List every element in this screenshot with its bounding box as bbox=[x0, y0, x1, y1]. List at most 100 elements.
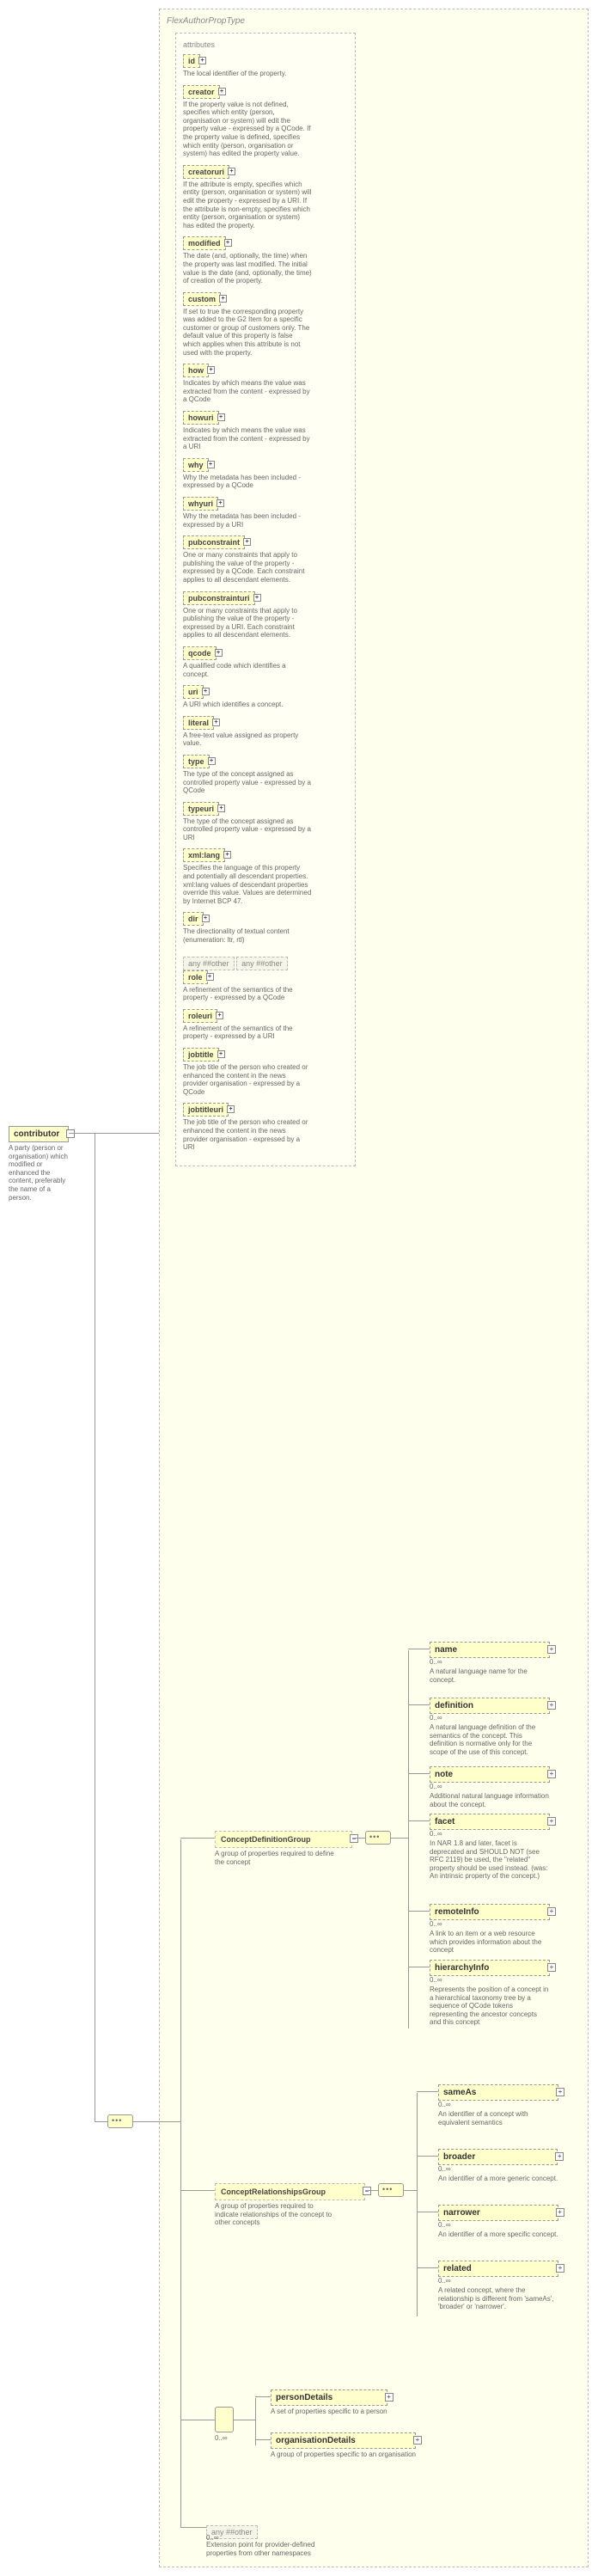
sequence-connector[interactable] bbox=[107, 2114, 133, 2128]
attr-label: howuri+ bbox=[183, 411, 219, 425]
expand-icon[interactable]: + bbox=[212, 719, 220, 726]
connector-line bbox=[365, 2190, 378, 2191]
expand-icon[interactable]: + bbox=[224, 239, 232, 247]
group-desc: A group of properties required to define… bbox=[215, 1850, 335, 1866]
connector-line bbox=[180, 1838, 215, 1839]
expand-icon[interactable]: + bbox=[202, 688, 210, 695]
expand-icon[interactable]: + bbox=[198, 57, 206, 64]
connector-line bbox=[180, 2190, 215, 2191]
attr-label: pubconstrainturi+ bbox=[183, 591, 255, 605]
attribute-custom: custom+If set to true the corresponding … bbox=[183, 292, 348, 358]
sequence-connector[interactable] bbox=[378, 2183, 404, 2197]
expand-icon[interactable]: + bbox=[207, 461, 215, 468]
attribute-roleuri: roleuri+ A refinement of the semantics of… bbox=[183, 1009, 348, 1041]
element-narrower: narrower+0..∞An identifier of a more spe… bbox=[438, 2205, 558, 2239]
attr-desc: The date (and, optionally, the time) whe… bbox=[183, 252, 312, 285]
expand-icon[interactable]: + bbox=[385, 2393, 394, 2402]
sequence-connector[interactable] bbox=[365, 1831, 391, 1845]
attr-desc: Why the metadata has been included - exp… bbox=[183, 474, 312, 490]
attr-label: pubconstraint+ bbox=[183, 535, 245, 549]
expand-icon[interactable]: + bbox=[556, 2088, 564, 2096]
attribute-how: how+Indicates by which means the value w… bbox=[183, 364, 348, 404]
expand-icon[interactable]: + bbox=[202, 915, 210, 922]
connector-line bbox=[180, 2527, 206, 2528]
attr-label: typeuri+ bbox=[183, 802, 219, 816]
expand-icon[interactable]: + bbox=[206, 973, 214, 981]
expand-icon[interactable]: + bbox=[217, 413, 225, 421]
attr-label: creator+ bbox=[183, 85, 220, 99]
expand-icon[interactable]: + bbox=[219, 295, 227, 303]
attribute-pubconstrainturi: pubconstrainturi+One or many constraints… bbox=[183, 591, 348, 639]
expand-icon[interactable]: + bbox=[556, 2264, 564, 2273]
expand-icon[interactable]: + bbox=[207, 366, 215, 374]
element-facet: facet+0..∞In NAR 1.8 and later, facet is… bbox=[430, 1814, 550, 1881]
expand-icon[interactable]: + bbox=[215, 649, 223, 657]
attribute-literal: literal+A free-text value assigned as pr… bbox=[183, 716, 348, 748]
attr-desc: The job title of the person who created … bbox=[183, 1063, 312, 1096]
attr-desc: A free-text value assigned as property v… bbox=[183, 731, 312, 748]
attr-desc: The type of the concept assigned as cont… bbox=[183, 770, 312, 795]
attr-label: xml:lang+ bbox=[183, 848, 225, 862]
expand-icon[interactable]: + bbox=[216, 1012, 223, 1019]
expand-icon[interactable]: + bbox=[218, 88, 226, 95]
expand-icon[interactable]: + bbox=[227, 1105, 235, 1113]
extension-point: any ##other Extension point for provider… bbox=[206, 2520, 326, 2557]
attribute-howuri: howuri+Indicates by which means the valu… bbox=[183, 411, 348, 451]
attr-desc: If set to true the corresponding propert… bbox=[183, 308, 312, 358]
attr-label: role+ bbox=[183, 970, 208, 984]
element-name: name+0..∞A natural language name for the… bbox=[430, 1642, 550, 1684]
expand-icon[interactable]: − bbox=[363, 2187, 371, 2195]
expand-icon[interactable]: + bbox=[228, 168, 235, 175]
expand-icon[interactable]: + bbox=[217, 805, 225, 812]
attr-desc: The type of the concept assigned as cont… bbox=[183, 817, 312, 842]
any-other-mid: any ##other bbox=[236, 957, 288, 970]
expand-icon[interactable]: + bbox=[555, 2152, 564, 2161]
connector-line bbox=[133, 2121, 180, 2122]
expand-icon[interactable]: + bbox=[217, 1050, 225, 1058]
attr-label: type+ bbox=[183, 755, 210, 768]
attr-label: modified+ bbox=[183, 236, 226, 250]
attr-desc: Indicates by which means the value was e… bbox=[183, 426, 312, 451]
expand-icon[interactable]: − bbox=[350, 1834, 358, 1843]
expand-icon[interactable]: + bbox=[547, 1701, 556, 1710]
attr-label: dir+ bbox=[183, 912, 204, 926]
expand-icon[interactable]: + bbox=[253, 594, 261, 602]
expand-icon[interactable]: + bbox=[547, 1770, 556, 1778]
attr-label: qcode+ bbox=[183, 646, 217, 660]
expand-icon[interactable]: + bbox=[223, 851, 231, 859]
collapse-icon[interactable]: − bbox=[66, 1129, 75, 1138]
attribute-why: why+ Why the metadata has been included -… bbox=[183, 458, 348, 490]
attribute-jobtitle: jobtitle+The job title of the person who… bbox=[183, 1048, 348, 1096]
expand-icon[interactable]: + bbox=[243, 538, 251, 546]
attr-desc: Indicates by which means the value was e… bbox=[183, 379, 312, 404]
attr-label: why+ bbox=[183, 458, 209, 472]
element-remoteInfo: remoteInfo+0..∞A link to an item or a we… bbox=[430, 1904, 550, 1955]
attr-label: jobtitle+ bbox=[183, 1048, 219, 1062]
expand-icon[interactable]: + bbox=[556, 2208, 564, 2217]
attr-desc: A refinement of the semantics of the pro… bbox=[183, 1025, 312, 1041]
connector-line bbox=[404, 2190, 417, 2191]
attr-desc: A refinement of the semantics of the pro… bbox=[183, 986, 312, 1002]
attr-desc: The directionality of textual content (e… bbox=[183, 927, 312, 944]
attr-label: roleuri+ bbox=[183, 1009, 217, 1023]
root-element: contributor − A party (person or organis… bbox=[9, 1126, 69, 1202]
attr-label: literal+ bbox=[183, 716, 214, 730]
attribute-uri: uri+A URI which identifies a concept. bbox=[183, 685, 348, 709]
expand-icon[interactable]: + bbox=[208, 757, 216, 765]
attr-label: id+ bbox=[183, 54, 200, 68]
attribute-whyuri: whyuri+Why the metadata has been include… bbox=[183, 497, 348, 529]
element-definition: definition+0..∞A natural language defini… bbox=[430, 1698, 550, 1756]
expand-icon[interactable]: + bbox=[413, 2436, 422, 2444]
expand-icon[interactable]: + bbox=[547, 1645, 556, 1654]
element-related: related+0..∞A related concept, where the… bbox=[438, 2261, 558, 2311]
expand-icon[interactable]: + bbox=[547, 1817, 556, 1826]
expand-icon[interactable]: + bbox=[547, 1907, 556, 1916]
attributes-frame: attributes id+The local identifier of th… bbox=[175, 33, 356, 1166]
attr-desc: Why the metadata has been included - exp… bbox=[183, 512, 312, 529]
connector-line bbox=[180, 1839, 181, 2527]
choice-connector[interactable] bbox=[215, 2407, 234, 2432]
expand-icon[interactable]: + bbox=[217, 499, 224, 507]
attribute-typeuri: typeuri+The type of the concept assigned… bbox=[183, 802, 348, 842]
attribute-creator: creator+If the property value is not def… bbox=[183, 85, 348, 158]
expand-icon[interactable]: + bbox=[547, 1963, 556, 1972]
